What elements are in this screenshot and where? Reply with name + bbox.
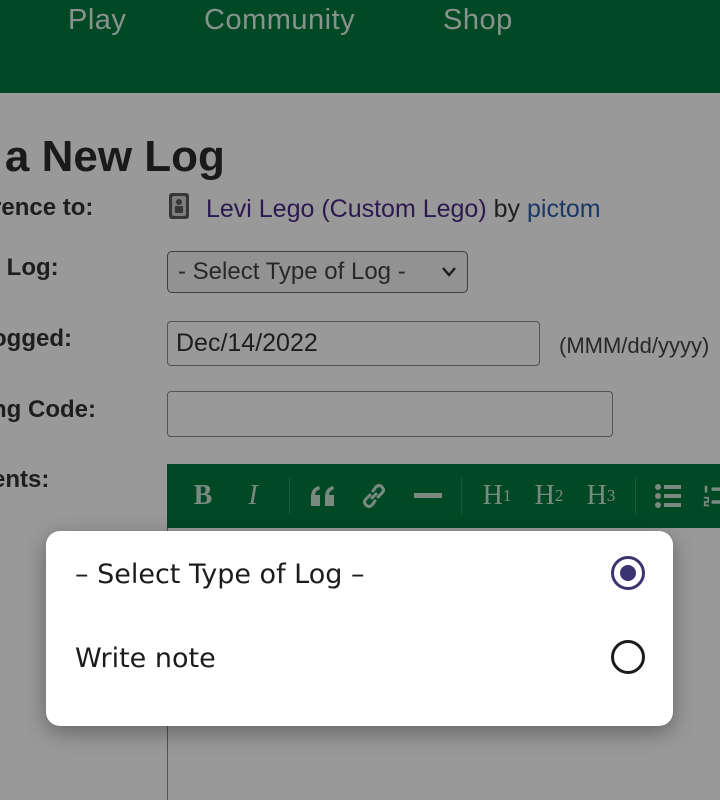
option-write-note[interactable]: Write note (75, 629, 645, 689)
log-type-picker-dialog: – Select Type of Log – Write note (46, 531, 673, 726)
option-select-type[interactable]: – Select Type of Log – (75, 545, 645, 605)
radio-unselected[interactable] (611, 640, 645, 674)
radio-selected[interactable] (611, 556, 645, 590)
option-label: Write note (75, 643, 216, 674)
option-label: – Select Type of Log – (75, 559, 365, 590)
